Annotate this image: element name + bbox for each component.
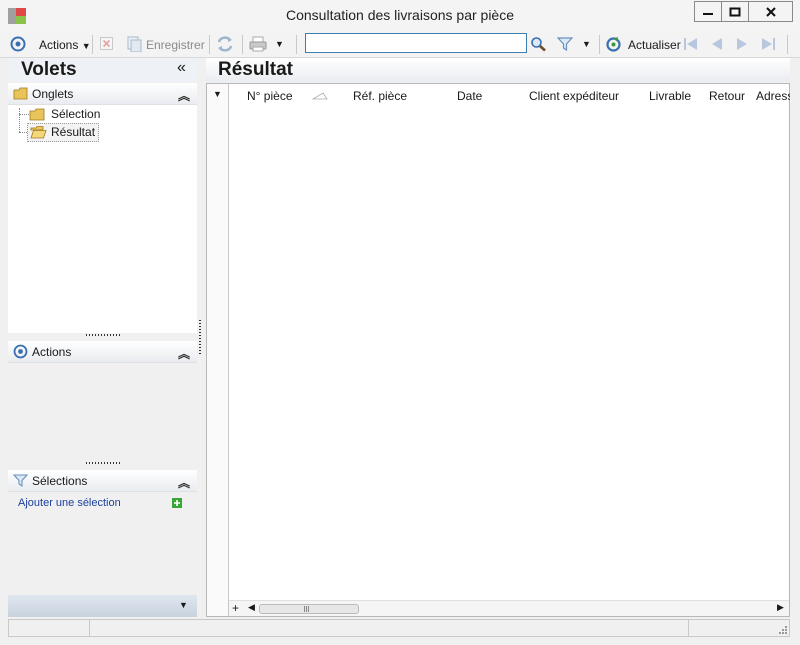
maximize-icon xyxy=(729,7,741,16)
collapse-section-icon[interactable]: ︽ xyxy=(178,474,190,491)
grip-icon xyxy=(86,334,122,336)
onglets-header-label: Onglets xyxy=(32,87,74,101)
column-header-client-expediteur[interactable]: Client expéditeur xyxy=(529,89,619,103)
close-button[interactable] xyxy=(748,1,793,22)
column-header-ref-piece[interactable]: Réf. pièce xyxy=(353,89,407,103)
result-title: Résultat xyxy=(218,59,293,80)
column-header-n-piece[interactable]: N° pièce xyxy=(247,89,293,103)
toolbar-separator xyxy=(242,35,243,54)
scrollbar-thumb[interactable] xyxy=(259,604,359,614)
tree-item-resultat[interactable]: Résultat xyxy=(27,123,99,142)
maximize-button[interactable] xyxy=(721,1,749,22)
add-icon[interactable] xyxy=(172,498,182,508)
horizontal-scrollbar[interactable]: + ◀ ▶ xyxy=(229,600,789,616)
section-splitter[interactable] xyxy=(8,333,197,340)
scroll-left-icon[interactable]: ◀ xyxy=(248,602,255,613)
save-button[interactable]: Enregistrer xyxy=(146,38,205,52)
status-bar xyxy=(8,619,790,637)
tree-item-label: Sélection xyxy=(51,107,101,121)
tree-item-label: Résultat xyxy=(51,125,96,139)
toolbar-separator xyxy=(787,35,788,54)
selections-header[interactable]: Sélections ︽ xyxy=(8,470,197,492)
collapse-section-icon[interactable]: ︽ xyxy=(178,87,190,104)
column-header-date[interactable]: Date xyxy=(457,89,482,103)
column-header-retour[interactable]: Retour xyxy=(709,89,745,103)
tree-line xyxy=(19,114,29,115)
toolbar-separator xyxy=(92,35,93,54)
scroll-right-icon[interactable]: ▶ xyxy=(777,602,784,613)
result-pane-header: Résultat xyxy=(206,58,790,82)
selections-header-label: Sélections xyxy=(32,474,88,488)
folder-icon xyxy=(29,108,45,121)
onglets-header[interactable]: Onglets ︽ xyxy=(8,83,197,105)
print-icon[interactable] xyxy=(249,35,267,53)
collapse-pane-icon[interactable]: « xyxy=(177,59,186,77)
add-row-icon[interactable]: + xyxy=(232,601,239,615)
actions-icon xyxy=(13,344,28,359)
delete-icon[interactable] xyxy=(100,37,113,50)
toolbar-separator xyxy=(209,35,210,54)
thumb-grip-icon xyxy=(304,606,310,612)
section-splitter[interactable] xyxy=(8,460,197,468)
close-icon xyxy=(765,6,776,17)
panel-splitter-grip[interactable] xyxy=(199,320,201,354)
column-header-livrable[interactable]: Livrable xyxy=(649,89,691,103)
volets-pane-header: Volets « xyxy=(8,58,197,82)
resize-grip-icon[interactable] xyxy=(777,624,787,634)
tree-item-selection[interactable]: Sélection xyxy=(29,106,104,122)
actions-menu-icon[interactable] xyxy=(10,36,26,52)
toolbar-separator xyxy=(296,35,297,54)
toolbar-separator xyxy=(599,35,600,54)
last-page-icon[interactable] xyxy=(761,37,776,51)
print-dropdown-arrow-icon[interactable]: ▼ xyxy=(275,39,284,49)
overflow-dropdown-icon[interactable]: ▼ xyxy=(179,600,188,610)
actions-section-body xyxy=(8,363,197,460)
collapse-section-icon[interactable]: ︽ xyxy=(178,345,190,362)
filter-icon xyxy=(13,474,28,488)
next-page-icon[interactable] xyxy=(736,37,749,51)
open-folder-icon xyxy=(30,126,47,139)
grip-icon xyxy=(86,462,122,464)
volets-title: Volets xyxy=(21,59,77,80)
minimize-button[interactable] xyxy=(694,1,722,22)
actions-menu-button[interactable]: Actions ▼ xyxy=(39,38,91,52)
actions-menu-label: Actions xyxy=(39,38,79,52)
actions-header[interactable]: Actions ︽ xyxy=(8,341,197,363)
column-header-adresse-clip: Adress xyxy=(756,84,790,102)
filter-icon[interactable] xyxy=(557,36,573,52)
search-icon[interactable] xyxy=(530,36,547,52)
title-bar: Consultation des livraisons par pièce xyxy=(0,0,800,33)
refresh-icon[interactable] xyxy=(605,36,622,53)
previous-page-icon[interactable] xyxy=(710,37,723,51)
first-page-icon[interactable] xyxy=(683,37,698,51)
sync-icon[interactable] xyxy=(216,35,234,53)
search-input[interactable] xyxy=(305,33,527,53)
window-title: Consultation des livraisons par pièce xyxy=(285,7,514,23)
folder-icon xyxy=(13,87,28,100)
column-chooser-icon[interactable]: ▼ xyxy=(213,89,222,99)
column-header-adresse[interactable]: Adress xyxy=(756,89,790,102)
row-indicator-column xyxy=(207,84,229,616)
sort-ascending-icon xyxy=(312,92,328,100)
pane-overflow-bar[interactable]: ▼ xyxy=(8,595,197,617)
minimize-icon xyxy=(703,12,713,15)
filter-dropdown-arrow-icon[interactable]: ▼ xyxy=(582,39,591,49)
refresh-button[interactable]: Actualiser xyxy=(628,38,681,52)
save-icon xyxy=(127,36,142,52)
status-separator xyxy=(688,620,689,636)
result-grid[interactable]: ▼ N° pièce Réf. pièce Date Client expédi… xyxy=(206,83,790,617)
dropdown-arrow-icon: ▼ xyxy=(81,41,91,51)
tree-line xyxy=(19,108,21,132)
status-separator xyxy=(89,620,90,636)
add-selection-link[interactable]: Ajouter une sélection xyxy=(18,497,121,509)
actions-header-label: Actions xyxy=(32,345,72,359)
